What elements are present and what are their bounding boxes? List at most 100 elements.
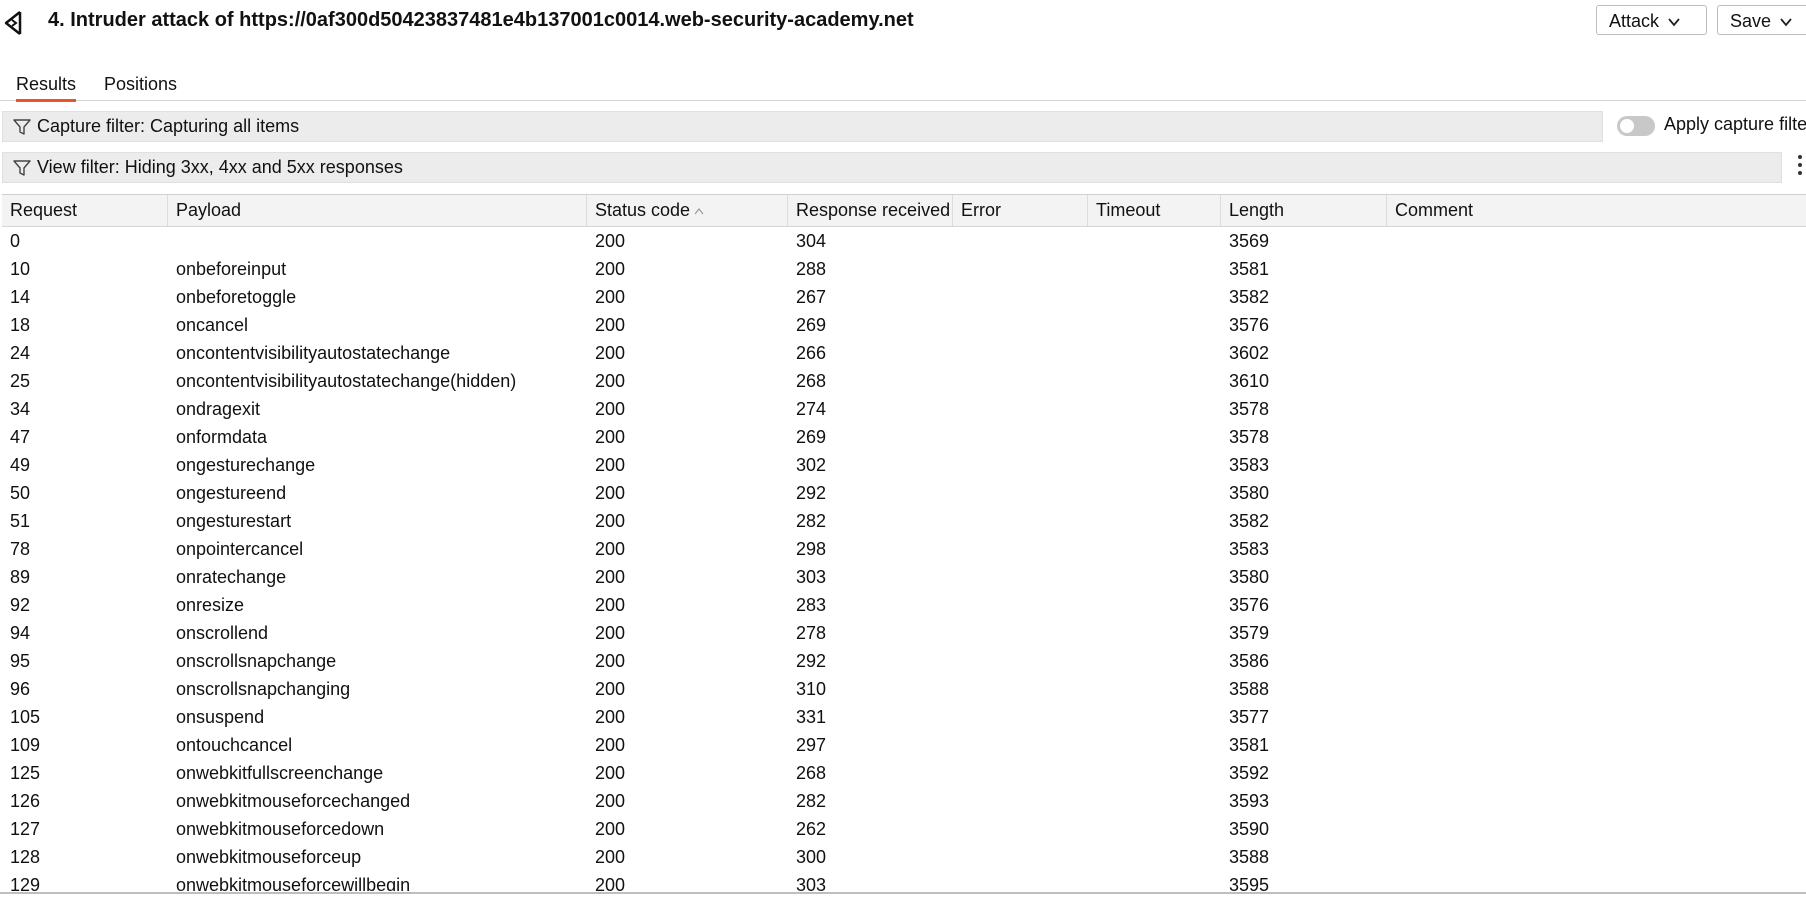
cell-error	[953, 311, 1088, 339]
cell-payload: onbeforetoggle	[176, 287, 297, 307]
cell-response-received: 278	[796, 623, 827, 643]
table-row[interactable]: 125 onwebkitfullscreenchange 200 268 3592	[2, 759, 1806, 787]
chevron-down-icon	[1668, 18, 1680, 27]
cell-comment	[1387, 311, 1806, 339]
cell-request: 51	[10, 511, 31, 531]
cell-comment	[1387, 227, 1806, 255]
column-header-status-code[interactable]: Status code	[587, 195, 788, 226]
table-row[interactable]: 126 onwebkitmouseforcechanged 200 282 3593	[2, 787, 1806, 815]
cell-error	[953, 423, 1088, 451]
table-row[interactable]: 105 onsuspend 200 331 3577	[2, 703, 1806, 731]
column-header-error[interactable]: Error	[953, 195, 1088, 226]
cell-status-code: 200	[595, 735, 626, 755]
cell-status-code: 200	[595, 287, 626, 307]
cell-request: 24	[10, 343, 31, 363]
cell-request: 92	[10, 595, 31, 615]
view-filter-bar[interactable]: View filter: Hiding 3xx, 4xx and 5xx res…	[2, 152, 1782, 183]
table-row[interactable]: 14 onbeforetoggle 200 267 3582	[2, 283, 1806, 311]
table-row[interactable]: 50 ongestureend 200 292 3580	[2, 479, 1806, 507]
column-header-payload[interactable]: Payload	[168, 195, 587, 226]
cell-length: 3592	[1229, 763, 1270, 783]
table-row[interactable]: 95 onscrollsnapchange 200 292 3586	[2, 647, 1806, 675]
table-row[interactable]: 24 oncontentvisibilityautostatechange 200 2…	[2, 339, 1806, 367]
cell-length: 3581	[1229, 735, 1270, 755]
table-row[interactable]: 89 onratechange 200 303 3580	[2, 563, 1806, 591]
cell-comment	[1387, 871, 1806, 891]
cell-payload: ongesturestart	[176, 511, 292, 531]
table-row[interactable]: 109 ontouchcancel 200 297 3581	[2, 731, 1806, 759]
column-header-comment[interactable]: Comment	[1387, 195, 1806, 226]
cell-length: 3578	[1229, 399, 1270, 419]
cell-timeout	[1088, 731, 1221, 759]
cell-request: 126	[10, 791, 41, 811]
cell-payload: onscrollend	[176, 623, 269, 643]
column-header-length[interactable]: Length	[1221, 195, 1387, 226]
cell-comment	[1387, 787, 1806, 815]
cell-payload: oncancel	[176, 315, 249, 335]
cell-timeout	[1088, 619, 1221, 647]
cell-request: 18	[10, 315, 31, 335]
cell-payload: ontouchcancel	[176, 735, 293, 755]
results-table: Request Payload Status code Response rec…	[2, 194, 1806, 891]
table-row[interactable]: 94 onscrollend 200 278 3579	[2, 619, 1806, 647]
cell-response-received: 262	[796, 819, 827, 839]
cell-length: 3582	[1229, 287, 1270, 307]
cell-comment	[1387, 451, 1806, 479]
table-row[interactable]: 34 ondragexit 200 274 3578	[2, 395, 1806, 423]
tab-results[interactable]: Results	[16, 74, 77, 102]
apply-capture-filter-toggle[interactable]	[1617, 116, 1655, 136]
cell-status-code: 200	[595, 763, 626, 783]
table-row[interactable]: 0 200 304 3569	[2, 227, 1806, 255]
attack-button[interactable]: Attack	[1596, 5, 1707, 35]
cell-length: 3593	[1229, 791, 1270, 811]
cell-timeout	[1088, 479, 1221, 507]
cell-status-code: 200	[595, 511, 626, 531]
table-row[interactable]: 10 onbeforeinput 200 288 3581	[2, 255, 1806, 283]
tab-positions[interactable]: Positions	[104, 74, 177, 99]
cell-status-code: 200	[595, 819, 626, 839]
cell-length: 3595	[1229, 875, 1270, 891]
cell-timeout	[1088, 871, 1221, 891]
cell-timeout	[1088, 759, 1221, 787]
table-row[interactable]: 129 onwebkitmouseforcewillbegin 200 303 3595	[2, 871, 1806, 891]
capture-filter-bar[interactable]: Capture filter: Capturing all items	[2, 111, 1603, 142]
cell-payload	[168, 227, 587, 255]
cell-response-received: 297	[796, 735, 827, 755]
cell-timeout	[1088, 787, 1221, 815]
cell-error	[953, 871, 1088, 891]
cell-request: 0	[10, 231, 21, 251]
cell-request: 34	[10, 399, 31, 419]
column-header-response-received[interactable]: Response received	[788, 195, 953, 226]
cell-response-received: 268	[796, 371, 827, 391]
save-button-label: Save	[1730, 11, 1772, 31]
table-body: 0 200 304 3569 10 onbeforeinput 200 288 3581 14 on…	[2, 227, 1806, 891]
cell-payload: ongesturechange	[176, 455, 316, 475]
cell-length: 3578	[1229, 427, 1270, 447]
save-button[interactable]: Save	[1717, 5, 1806, 35]
cell-request: 128	[10, 847, 41, 867]
column-header-timeout[interactable]: Timeout	[1088, 195, 1221, 226]
cell-status-code: 200	[595, 651, 626, 671]
table-row[interactable]: 92 onresize 200 283 3576	[2, 591, 1806, 619]
table-row[interactable]: 96 onscrollsnapchanging 200 310 3588	[2, 675, 1806, 703]
table-row[interactable]: 47 onformdata 200 269 3578	[2, 423, 1806, 451]
table-row[interactable]: 128 onwebkitmouseforceup 200 300 3588	[2, 843, 1806, 871]
table-row[interactable]: 49 ongesturechange 200 302 3583	[2, 451, 1806, 479]
table-row[interactable]: 78 onpointercancel 200 298 3583	[2, 535, 1806, 563]
kebab-menu-icon[interactable]	[1797, 155, 1803, 179]
cell-payload: onratechange	[176, 567, 287, 587]
table-row[interactable]: 127 onwebkitmouseforcedown 200 262 3590	[2, 815, 1806, 843]
cell-request: 50	[10, 483, 31, 503]
table-row[interactable]: 51 ongesturestart 200 282 3582	[2, 507, 1806, 535]
column-header-request[interactable]: Request	[2, 195, 168, 226]
table-row[interactable]: 18 oncancel 200 269 3576	[2, 311, 1806, 339]
cell-response-received: 298	[796, 539, 827, 559]
cell-payload: onwebkitmouseforcedown	[176, 819, 385, 839]
cell-comment	[1387, 815, 1806, 843]
cell-payload: onsuspend	[176, 707, 265, 727]
cell-request: 78	[10, 539, 31, 559]
view-filter-text: View filter: Hiding 3xx, 4xx and 5xx res…	[37, 157, 403, 177]
table-row[interactable]: 25 oncontentvisibilityautostatechange(hid…	[2, 367, 1806, 395]
cell-timeout	[1088, 507, 1221, 535]
cell-comment	[1387, 479, 1806, 507]
